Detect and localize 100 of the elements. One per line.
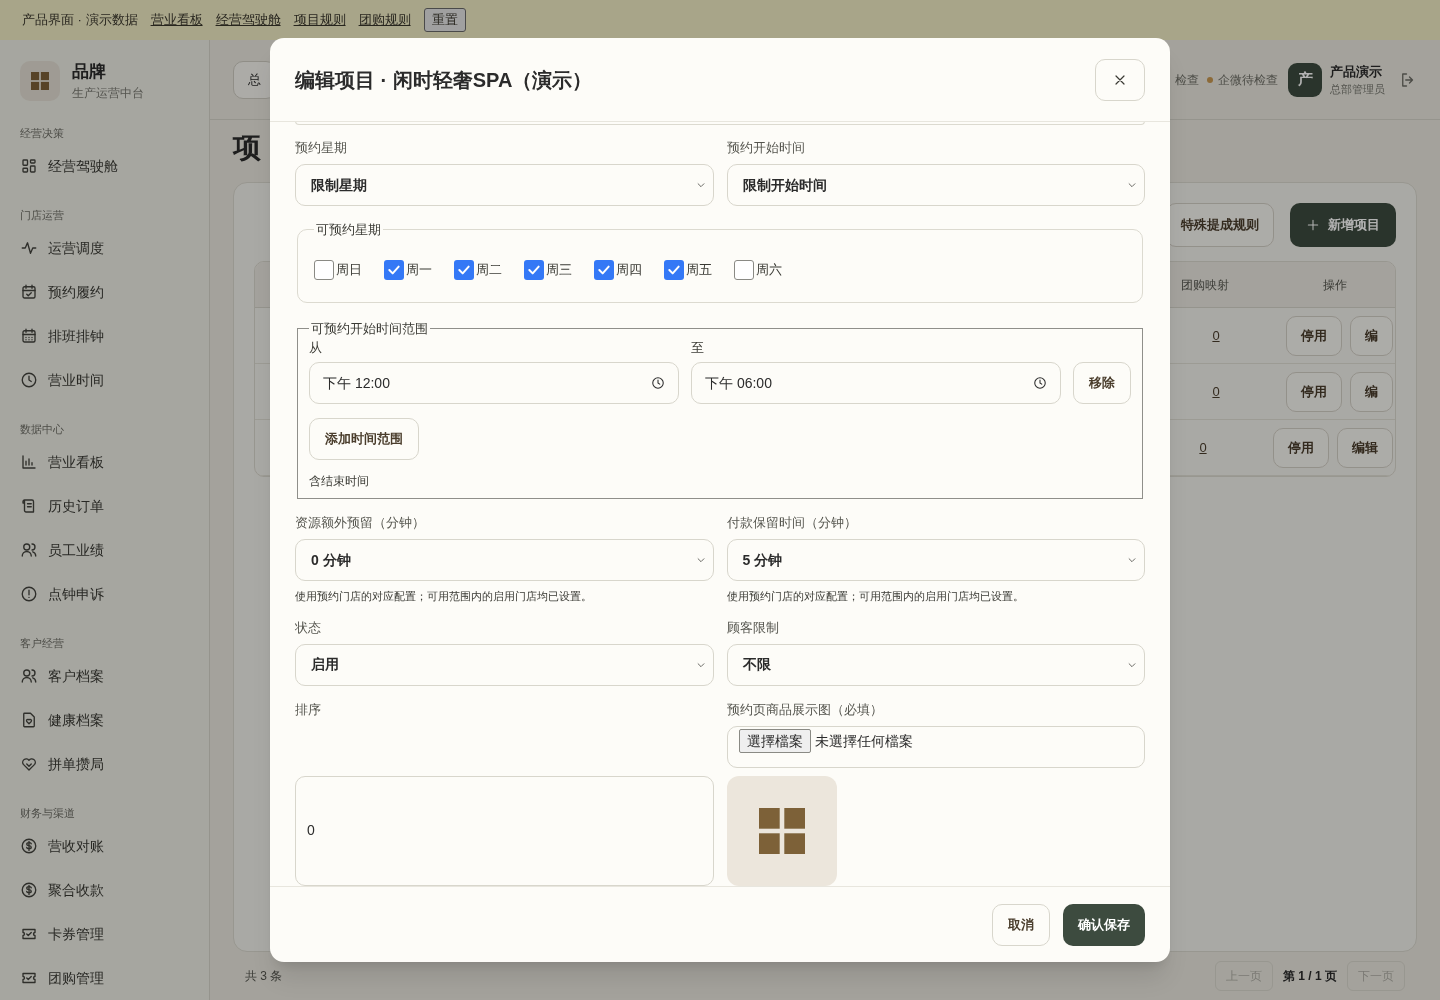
field-label: 状态	[295, 618, 322, 637]
add-item-button[interactable]: 新增项目	[1290, 203, 1396, 247]
checkbox-label: 周四	[616, 260, 642, 279]
select-field[interactable]: 限制开始时间	[726, 164, 1145, 206]
checkbox[interactable]	[734, 259, 754, 280]
grid-icon	[20, 157, 38, 175]
calendar-icon	[20, 327, 38, 345]
mapping-link[interactable]: 0	[1199, 437, 1207, 458]
total-count: 共 3 条	[245, 968, 283, 985]
user-role: 总部管理员	[1330, 82, 1385, 97]
field-label: 预约开始时间	[726, 139, 806, 157]
checkbox[interactable]	[384, 259, 404, 280]
checkbox[interactable]	[594, 259, 614, 280]
sidebar-item[interactable]: 营业看板	[20, 440, 189, 484]
grid-logo-icon	[758, 807, 805, 854]
chevron-down-icon	[695, 555, 706, 565]
plus-icon	[1306, 218, 1320, 232]
select-field[interactable]: 0 分钟	[295, 539, 714, 581]
time-field[interactable]: 下午 12:00	[309, 362, 679, 404]
sidebar-item[interactable]: 聚合收款	[20, 868, 189, 912]
page-indicator: 第 1 / 1 页	[1282, 968, 1337, 985]
grid-logo-icon	[31, 72, 49, 90]
row-action-button[interactable]: 编辑	[1337, 427, 1393, 468]
cancel-button[interactable]: 取消	[992, 903, 1050, 946]
file-input-field[interactable]: 選擇檔案 未選擇任何檔案	[726, 725, 1145, 768]
nav-link[interactable]: 团购规则	[358, 10, 411, 30]
field-label: 预约页商品展示图（必填）	[726, 700, 884, 719]
chevron-down-icon	[1127, 180, 1137, 190]
sidebar-item[interactable]: 排班排钟	[20, 314, 189, 358]
clock-icon	[651, 376, 665, 390]
nav-link[interactable]: 营业看板	[150, 10, 203, 30]
brand-name: 品牌	[72, 61, 107, 83]
sidebar-item[interactable]: 营收对账	[20, 824, 189, 868]
nav-link[interactable]: 项目规则	[293, 10, 346, 30]
checkbox[interactable]	[664, 259, 684, 280]
field-hint: 含结束时间	[309, 473, 370, 490]
sidebar-section-title: 经营决策	[20, 125, 65, 141]
row-action-button[interactable]: 编	[1350, 315, 1393, 356]
sidebar-section-title: 财务与渠道	[20, 805, 76, 821]
sidebar-section-title: 客户经营	[20, 635, 65, 651]
time-field[interactable]: 下午 06:00	[691, 362, 1061, 404]
chevron-down-icon	[695, 180, 706, 190]
bar-chart-icon	[20, 453, 38, 471]
reset-button[interactable]: 重置	[423, 8, 466, 32]
sidebar-item[interactable]: 健康档案	[20, 698, 189, 742]
sidebar-item[interactable]: 团购管理	[20, 956, 189, 1000]
select-field[interactable]: 5 分钟	[726, 539, 1145, 581]
field-label: 顾客限制	[726, 618, 780, 637]
row-action-button[interactable]: 停用	[1286, 315, 1342, 356]
clock-icon	[1033, 376, 1047, 390]
checkbox[interactable]	[454, 259, 474, 280]
checkbox[interactable]	[524, 259, 544, 280]
sidebar-item[interactable]: 运营调度	[20, 226, 189, 270]
sidebar-item[interactable]: 历史订单	[20, 484, 189, 528]
sidebar-item[interactable]: 客户档案	[20, 654, 189, 698]
dollar-icon	[20, 881, 38, 899]
file-heart-icon	[20, 711, 38, 729]
clock-icon	[20, 371, 38, 389]
field-label: 从	[309, 339, 323, 356]
brand-subtitle: 生产运营中台	[72, 85, 144, 102]
sidebar-item[interactable]: 营业时间	[20, 358, 189, 402]
select-field[interactable]: 限制星期	[295, 164, 714, 206]
sidebar-item[interactable]: 预约履约	[20, 270, 189, 314]
sidebar-item[interactable]: 拼单攒局	[20, 742, 189, 786]
page-title: 项	[233, 131, 261, 165]
row-action-button[interactable]: 停用	[1273, 427, 1329, 468]
sort-input-field[interactable]: 0	[295, 775, 714, 886]
column-header: 操作	[1322, 276, 1348, 294]
chevron-down-icon	[1127, 555, 1137, 565]
sidebar-item[interactable]: 员工业绩	[20, 528, 189, 572]
field-label: 至	[691, 339, 705, 356]
field-label: 资源额外预留（分钟）	[295, 514, 426, 532]
column-header: 团购映射	[1180, 276, 1230, 294]
heart-icon	[20, 755, 38, 773]
add-range-button[interactable]: 添加时间范围	[309, 418, 419, 460]
alert-icon	[20, 585, 38, 603]
remove-range-button[interactable]: 移除	[1073, 362, 1131, 404]
checkbox[interactable]	[314, 259, 334, 280]
field-hint: 使用预约门店的对应配置；可用范围内的启用门店均已设置。	[726, 589, 1025, 604]
choose-file-button[interactable]: 選擇檔案	[738, 728, 811, 753]
checkbox-label: 周日	[336, 260, 362, 279]
dialog-title: 编辑项目 · 闲时轻奢SPA（演示）	[295, 67, 593, 93]
status-indicator: 检查	[1175, 71, 1199, 89]
dollar-icon	[20, 837, 38, 855]
demo-label: 产品界面 · 演示数据	[22, 11, 138, 30]
calendar-check-icon	[20, 283, 38, 301]
row-action-button[interactable]: 停用	[1286, 371, 1342, 412]
sidebar-item[interactable]: 点钟申诉	[20, 572, 189, 616]
sidebar-item[interactable]: 经营驾驶舱	[20, 144, 189, 188]
select-field[interactable]: 不限	[726, 643, 1145, 686]
nav-link[interactable]: 经营驾驶舱	[215, 10, 281, 30]
field-label: 预约星期	[295, 139, 348, 157]
activity-icon	[20, 239, 38, 257]
users-icon	[20, 541, 38, 559]
row-action-button[interactable]: 编	[1350, 371, 1393, 412]
select-field[interactable]: 启用	[295, 643, 714, 686]
mapping-link[interactable]: 0	[1212, 381, 1220, 402]
save-button[interactable]: 确认保存	[1063, 903, 1145, 946]
sidebar-item[interactable]: 卡券管理	[20, 912, 189, 956]
mapping-link[interactable]: 0	[1212, 325, 1220, 346]
